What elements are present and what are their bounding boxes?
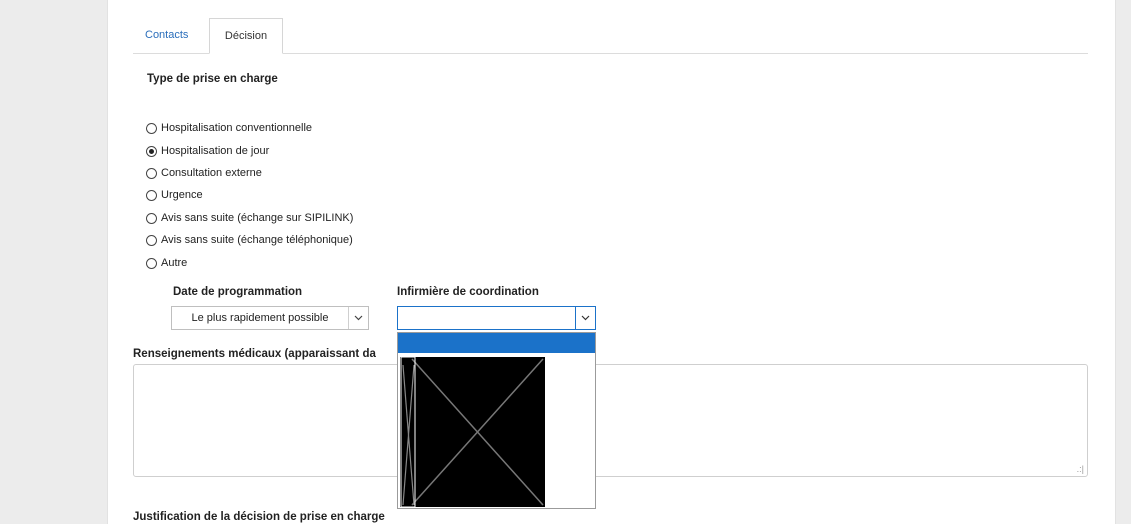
radio-button[interactable]: [146, 122, 157, 134]
chevron-down-icon[interactable]: [575, 307, 595, 329]
radio-option[interactable]: Autre: [146, 254, 187, 272]
radio-option[interactable]: Hospitalisation conventionnelle: [146, 119, 312, 137]
tab-contacts[interactable]: Contacts: [133, 18, 209, 52]
radio-label: Consultation externe: [161, 167, 262, 179]
date-programmation-label: Date de programmation: [173, 286, 303, 298]
date-programmation-select[interactable]: Le plus rapidement possible: [171, 306, 369, 330]
radio-label: Urgence: [161, 189, 203, 201]
radio-label: Avis sans suite (échange sur SIPILINK): [161, 212, 354, 224]
resize-grip-icon[interactable]: .:|: [1077, 464, 1084, 474]
radio-label: Hospitalisation de jour: [161, 145, 270, 157]
renseignements-textarea[interactable]: .:|: [133, 364, 1088, 477]
radio-label: Avis sans suite (échange téléphonique): [161, 234, 353, 246]
tab-bar: Contacts Décision: [133, 18, 1088, 54]
radio-button[interactable]: [146, 167, 157, 179]
broken-image-placeholder: [400, 356, 545, 508]
radio-button-selected[interactable]: [146, 145, 157, 157]
radio-button[interactable]: [146, 257, 157, 269]
radio-label: Autre: [161, 257, 188, 269]
radio-button[interactable]: [146, 234, 157, 246]
radio-option[interactable]: Avis sans suite (échange téléphonique): [146, 231, 353, 249]
renseignements-label: Renseignements médicaux (apparaissant da: [133, 348, 376, 360]
radio-option[interactable]: Hospitalisation de jour: [146, 142, 269, 160]
radio-button[interactable]: [146, 212, 157, 224]
chevron-down-icon[interactable]: [348, 307, 368, 329]
radio-label: Hospitalisation conventionnelle: [161, 122, 313, 134]
infirmiere-select[interactable]: [397, 306, 596, 330]
tab-decision[interactable]: Décision: [209, 18, 283, 54]
infirmiere-label: Infirmière de coordination: [397, 286, 539, 298]
radio-option[interactable]: Urgence: [146, 186, 203, 204]
justification-label: Justification de la décision de prise en…: [133, 511, 385, 523]
radio-option[interactable]: Consultation externe: [146, 164, 262, 182]
radio-option[interactable]: Avis sans suite (échange sur SIPILINK): [146, 209, 353, 227]
dropdown-highlighted-option[interactable]: [398, 333, 595, 353]
type-prise-en-charge-title: Type de prise en charge: [147, 73, 278, 85]
radio-button[interactable]: [146, 189, 157, 201]
date-programmation-value: Le plus rapidement possible: [191, 312, 329, 324]
